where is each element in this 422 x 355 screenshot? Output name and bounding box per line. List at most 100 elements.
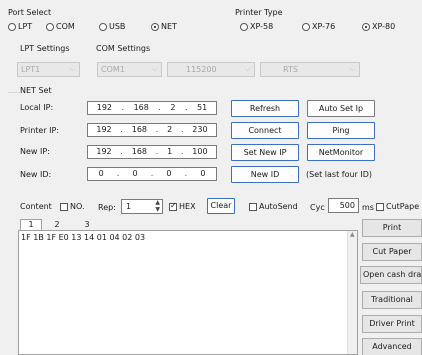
new-ip-input[interactable]: 192. 168. 1. 100 [87, 145, 217, 159]
rep-spinbox[interactable]: 1 ▲ ▼ [121, 199, 163, 214]
content-label-text: Content [20, 202, 52, 211]
baud-rate-value: 115200 [186, 65, 217, 74]
radio-xp76-label: XP-76 [312, 22, 336, 31]
radio-lpt-label: LPT [18, 22, 33, 31]
printer-ip-label: Printer IP: [20, 126, 60, 135]
new-id-hint: (Set last four ID) [306, 170, 373, 179]
tab-2[interactable]: 2 [46, 220, 68, 230]
ping-button[interactable]: Ping [307, 122, 375, 139]
radio-xp80-label: XP-80 [372, 22, 396, 31]
cutpaper-checkbox-box[interactable] [376, 202, 384, 211]
flow-control-value: RTS [283, 65, 298, 74]
radio-com-indicator[interactable] [46, 23, 54, 31]
new-ip-label: New IP: [20, 147, 50, 156]
autosend-checkbox-label: AutoSend [259, 202, 298, 211]
ip-octet: 168 [133, 103, 149, 112]
chevron-down-icon: ⌵ [69, 65, 75, 73]
auto-set-ip-button[interactable]: Auto Set Ip [307, 100, 375, 117]
radio-xp80[interactable]: XP-80 [362, 22, 395, 32]
id-octet: 0 [166, 169, 172, 178]
com-settings-title: COM Settings [96, 44, 151, 53]
set-new-ip-button[interactable]: Set New IP [231, 144, 299, 161]
cut-paper-button[interactable]: Cut Paper [362, 243, 422, 261]
radio-com[interactable]: COM [46, 22, 75, 32]
connect-button[interactable]: Connect [231, 122, 299, 139]
com-port-value: COM1 [101, 65, 125, 74]
cutpaper-checkbox-label: CutPape [386, 202, 420, 211]
radio-usb[interactable]: USB [99, 22, 125, 32]
rep-label: Rep: [98, 203, 116, 212]
ip-octet: 168 [131, 125, 148, 134]
ip-octet: 2 [167, 125, 173, 134]
lpt-port-value: LPT1 [21, 65, 41, 74]
radio-lpt[interactable]: LPT [8, 22, 32, 32]
autosend-checkbox-box[interactable] [249, 202, 257, 211]
printer-ip-input[interactable]: 192. 168. 2. 230 [87, 123, 217, 137]
no-checkbox-label: NO. [70, 202, 85, 211]
radio-net[interactable]: NET [151, 22, 177, 32]
chevron-down-icon: ⌵ [349, 65, 355, 73]
radio-xp80-indicator[interactable] [362, 23, 370, 31]
content-label: Content [20, 202, 52, 211]
radio-xp76-indicator[interactable] [302, 23, 310, 31]
content-textarea[interactable]: 1F 1B 1F E0 13 14 01 04 02 03 ▲ [18, 230, 358, 355]
ip-octet: 230 [192, 125, 208, 134]
printer-type-title: Printer Type [235, 8, 283, 17]
clear-button[interactable]: Clear [207, 198, 235, 214]
ip-octet: 192 [96, 125, 112, 134]
radio-lpt-indicator[interactable] [8, 23, 16, 31]
radio-net-label: NET [161, 22, 177, 31]
lpt-port-select[interactable]: LPT1 ⌵ [17, 62, 80, 77]
radio-xp58[interactable]: XP-58 [240, 22, 273, 32]
flow-control-select[interactable]: RTS ⌵ [260, 62, 360, 77]
com-port-select[interactable]: COM1 ⌵ [97, 62, 162, 77]
tab-3[interactable]: 3 [76, 220, 98, 230]
open-cash-drawer-button[interactable]: Open cash dra [360, 266, 422, 284]
ip-octet: 168 [131, 147, 148, 156]
refresh-button[interactable]: Refresh [231, 100, 299, 117]
content-text: 1F 1B 1F E0 13 14 01 04 02 03 [21, 233, 146, 242]
driver-print-button[interactable]: Driver Print [362, 315, 422, 333]
chevron-down-icon: ⌵ [244, 65, 250, 73]
cutpaper-checkbox[interactable]: CutPape [376, 202, 419, 211]
chevron-down-icon: ⌵ [151, 65, 157, 73]
local-ip-label: Local IP: [20, 103, 54, 112]
scroll-up-icon[interactable]: ▲ [350, 231, 355, 238]
radio-xp76[interactable]: XP-76 [302, 22, 335, 32]
autosend-checkbox[interactable]: AutoSend [249, 202, 298, 211]
port-select-title: Port Select [8, 8, 52, 17]
local-ip-input[interactable]: 192. 168. 2. 51 [87, 101, 217, 115]
ip-octet: 100 [192, 147, 208, 156]
advanced-button[interactable]: Advanced [362, 338, 422, 355]
hex-checkbox[interactable]: HEX [169, 201, 196, 211]
lpt-settings-title: LPT Settings [20, 44, 70, 53]
hex-checkbox-label: HEX [179, 202, 196, 211]
ip-octet: 192 [96, 103, 113, 112]
ms-label: ms [362, 203, 374, 212]
new-id-input[interactable]: 0. 0. 0. 0 [87, 167, 217, 181]
id-octet: 0 [132, 169, 138, 178]
traditional-button[interactable]: Traditional [362, 291, 422, 309]
id-octet: 0 [98, 169, 104, 178]
radio-net-indicator[interactable] [151, 23, 159, 31]
radio-usb-label: USB [109, 22, 126, 31]
id-octet: 0 [200, 169, 206, 178]
no-checkbox-box[interactable] [60, 202, 68, 211]
radio-xp58-indicator[interactable] [240, 23, 248, 31]
print-button[interactable]: Print [362, 219, 422, 237]
net-monitor-button[interactable]: NetMonitor [307, 144, 375, 161]
vertical-scrollbar[interactable]: ▲ [347, 231, 357, 354]
no-checkbox[interactable]: NO. [60, 202, 85, 211]
cyc-input[interactable]: 500 [328, 198, 359, 213]
group-border [8, 92, 20, 93]
new-id-label: New ID: [20, 170, 52, 179]
ip-octet: 51 [197, 103, 208, 112]
new-id-button[interactable]: New ID [231, 166, 299, 183]
radio-usb-indicator[interactable] [99, 23, 107, 31]
hex-checkbox-box[interactable] [169, 201, 177, 211]
net-set-title: NET Set [20, 86, 52, 95]
cyc-label: Cyc [310, 203, 325, 212]
baud-rate-select[interactable]: 115200 ⌵ [167, 62, 255, 77]
radio-com-label: COM [56, 22, 75, 31]
spin-down-icon[interactable]: ▼ [155, 207, 160, 213]
